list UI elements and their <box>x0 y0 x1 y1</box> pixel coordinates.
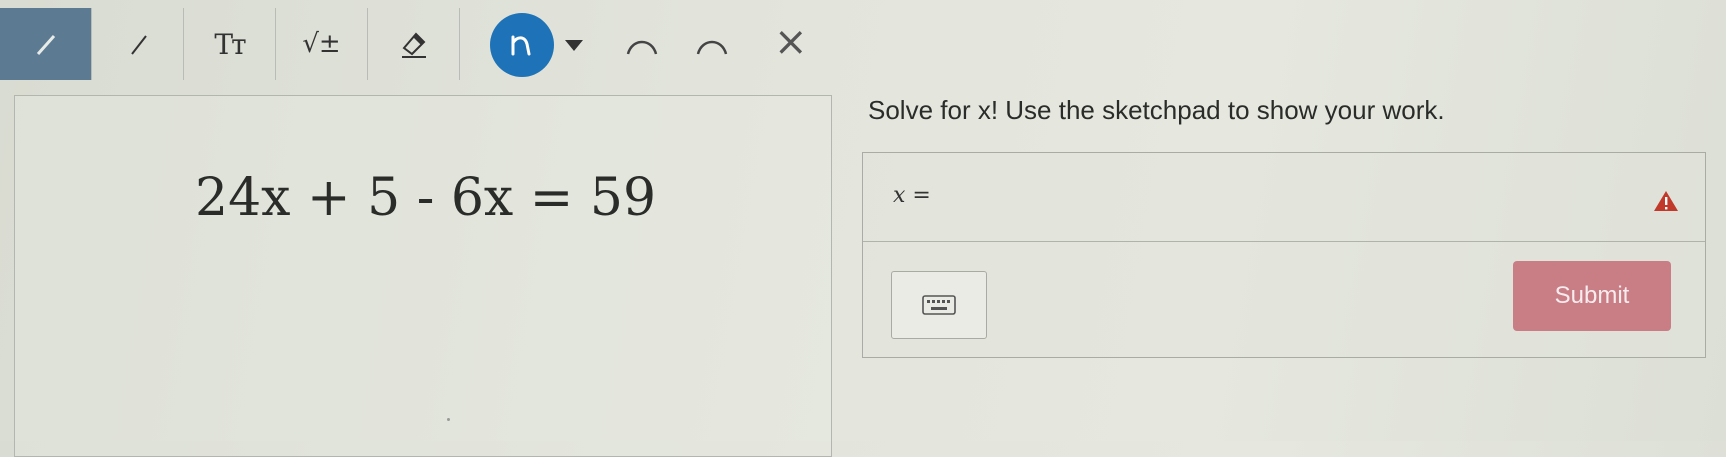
sketchpad-canvas[interactable]: 24x + 5 - 6x = 59 <box>14 95 832 457</box>
eraser-icon <box>401 32 426 58</box>
answer-input[interactable] <box>943 173 1467 221</box>
submit-button[interactable]: Submit <box>1513 261 1671 331</box>
pen-icon <box>36 35 55 55</box>
math-tool-button[interactable]: √± <box>276 8 368 80</box>
keyboard-button[interactable] <box>891 271 987 339</box>
undo-arc-icon[interactable] <box>622 30 662 60</box>
freehand-pen-icon <box>511 35 531 56</box>
line-icon <box>130 35 147 55</box>
warning-triangle-icon <box>1654 191 1678 211</box>
pen-tool-button[interactable] <box>0 8 92 80</box>
pen-color-button[interactable] <box>490 13 554 77</box>
eraser-tool-button[interactable] <box>368 8 460 80</box>
text-icon: Tт <box>214 27 246 61</box>
equation-text: 24x + 5 - 6x = 59 <box>195 168 657 228</box>
line-tool-button[interactable] <box>92 8 184 80</box>
question-prompt: Solve for x! Use the sketchpad to show y… <box>868 95 1445 125</box>
sketch-toolbar: Tт √± × <box>0 8 880 80</box>
close-icon[interactable]: × <box>774 22 808 62</box>
answer-row: x = <box>863 153 1705 242</box>
redo-arc-icon[interactable] <box>692 30 732 60</box>
answer-label: x = <box>893 183 931 208</box>
text-tool-button[interactable]: Tт <box>184 8 276 80</box>
sketch-mark <box>447 418 450 421</box>
sqrt-icon: √± <box>302 29 341 59</box>
answer-panel: x = Submit <box>862 152 1706 358</box>
chevron-down-icon[interactable] <box>565 40 583 51</box>
keyboard-icon <box>922 295 956 315</box>
